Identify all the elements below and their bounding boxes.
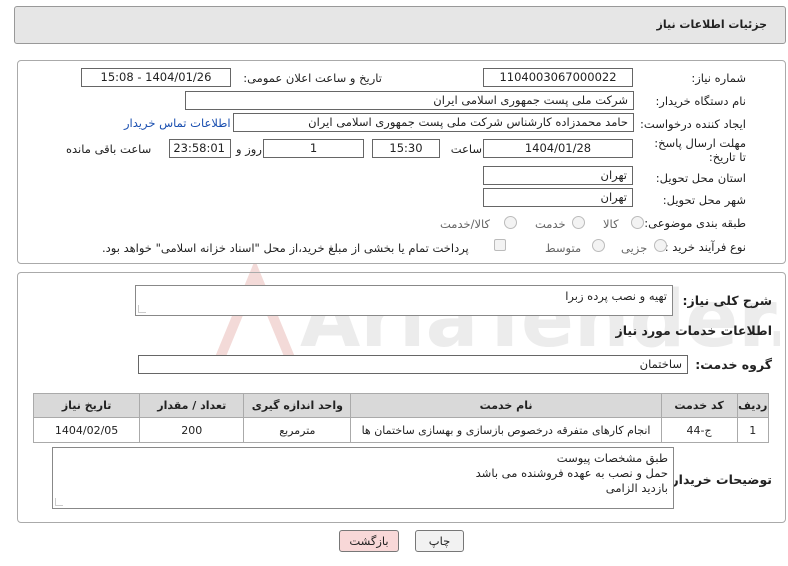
category-goods-radio[interactable]	[631, 216, 644, 229]
need-date-cell: 1404/02/05	[32, 417, 141, 443]
days-label: روز و	[236, 142, 262, 156]
deadline-time-label: ساعت	[450, 142, 482, 156]
col-date-header: تاریخ نیاز	[32, 393, 141, 418]
process-type-label: نوع فرآیند خرید :	[664, 240, 746, 254]
process-medium-label: متوسط	[545, 241, 582, 255]
buyer-org-label: نام دستگاه خریدار:	[655, 94, 746, 108]
category-service-radio[interactable]	[572, 216, 585, 229]
process-minor-label: جزیی	[621, 241, 648, 255]
province-field: تهران	[483, 166, 633, 185]
creator-field: حامد محمدزاده کارشناس شرکت ملی پست جمهور…	[233, 113, 634, 132]
category-label: طبقه بندی موضوعی:	[644, 216, 746, 230]
days-remaining-field: 1	[263, 139, 364, 158]
category-goods-service-label: کالا/خدمت	[440, 217, 491, 231]
buyer-org-field: شرکت ملی پست جمهوری اسلامی ایران	[185, 91, 634, 110]
need-number-field: 1104003067000022	[483, 68, 633, 87]
deadline-date-field: 1404/01/28	[483, 139, 633, 158]
deadline-label: مهلت ارسال پاسخ: تا تاریخ:	[654, 136, 746, 164]
process-medium-radio[interactable]	[592, 239, 605, 252]
col-row-header: ردیف	[736, 393, 770, 418]
buyer-note-line: حمل و نصب به عهده فروشنده می باشد	[475, 466, 668, 480]
col-name-header: نام خدمت	[350, 393, 662, 418]
category-goods-label: کالا	[603, 217, 619, 231]
services-table: ردیف کد خدمت نام خدمت واحد اندازه گیری ت…	[32, 393, 770, 443]
category-service-label: خدمت	[535, 217, 566, 231]
announce-datetime-label: تاریخ و ساعت اعلان عمومی:	[243, 71, 382, 85]
remaining-time-field: 23:58:01	[169, 139, 231, 158]
services-section-title: اطلاعات خدمات مورد نیاز	[615, 323, 773, 338]
resize-grip-icon[interactable]	[55, 498, 63, 506]
service-group-field: ساختمان	[138, 355, 688, 374]
col-unit-header: واحد اندازه گیری	[243, 393, 352, 418]
announce-datetime-field: 1404/01/26 - 15:08	[81, 68, 231, 87]
service-name-cell: انجام کارهای متفرقه درخصوص بازسازی و بهس…	[350, 417, 662, 443]
treasury-payment-checkbox[interactable]	[494, 239, 506, 251]
row-number-cell: 1	[736, 417, 770, 443]
need-summary-label: شرح کلی نیاز:	[682, 293, 772, 308]
process-minor-radio[interactable]	[654, 239, 667, 252]
city-label: شهر محل تحویل:	[662, 193, 746, 207]
back-button[interactable]: بازگشت	[339, 530, 399, 552]
resize-grip-icon[interactable]	[138, 305, 146, 313]
creator-label: ایجاد کننده درخواست:	[640, 117, 746, 131]
buyer-contact-link[interactable]: اطلاعات تماس خریدار	[124, 116, 231, 130]
unit-cell: مترمربع	[243, 417, 352, 443]
need-summary-text: تهیه و نصب پرده زبرا	[565, 289, 667, 303]
buyer-note-line: طبق مشخصات پیوست	[556, 451, 668, 465]
page-title: جزئیات اطلاعات نیاز	[656, 18, 768, 31]
col-qty-header: تعداد / مقدار	[139, 393, 245, 418]
quantity-cell: 200	[139, 417, 245, 443]
col-code-header: کد خدمت	[660, 393, 738, 418]
service-group-label: گروه خدمت:	[695, 357, 772, 372]
buyer-note-line: بازدید الزامی	[605, 481, 668, 495]
buyer-notes-textarea: طبق مشخصات پیوست حمل و نصب به عهده فروشن…	[52, 447, 674, 509]
province-label: استان محل تحویل:	[655, 171, 746, 185]
city-field: تهران	[483, 188, 633, 207]
need-number-label: شماره نیاز:	[691, 71, 746, 85]
service-code-cell: ج-44	[660, 417, 738, 443]
need-summary-textarea: تهیه و نصب پرده زبرا	[135, 285, 673, 316]
table-row: 1 ج-44 انجام کارهای متفرقه درخصوص بازساز…	[32, 417, 770, 443]
treasury-payment-note: پرداخت تمام یا بخشی از مبلغ خرید،از محل …	[102, 241, 469, 255]
buyer-notes-label: توضیحات خریدار:	[666, 472, 772, 487]
table-header-row: ردیف کد خدمت نام خدمت واحد اندازه گیری ت…	[32, 393, 770, 418]
remaining-time-label: ساعت باقی مانده	[66, 142, 152, 156]
print-button[interactable]: چاپ	[415, 530, 464, 552]
page-header: جزئیات اطلاعات نیاز	[14, 6, 786, 44]
deadline-time-field: 15:30	[372, 139, 440, 158]
category-goods-service-radio[interactable]	[504, 216, 517, 229]
